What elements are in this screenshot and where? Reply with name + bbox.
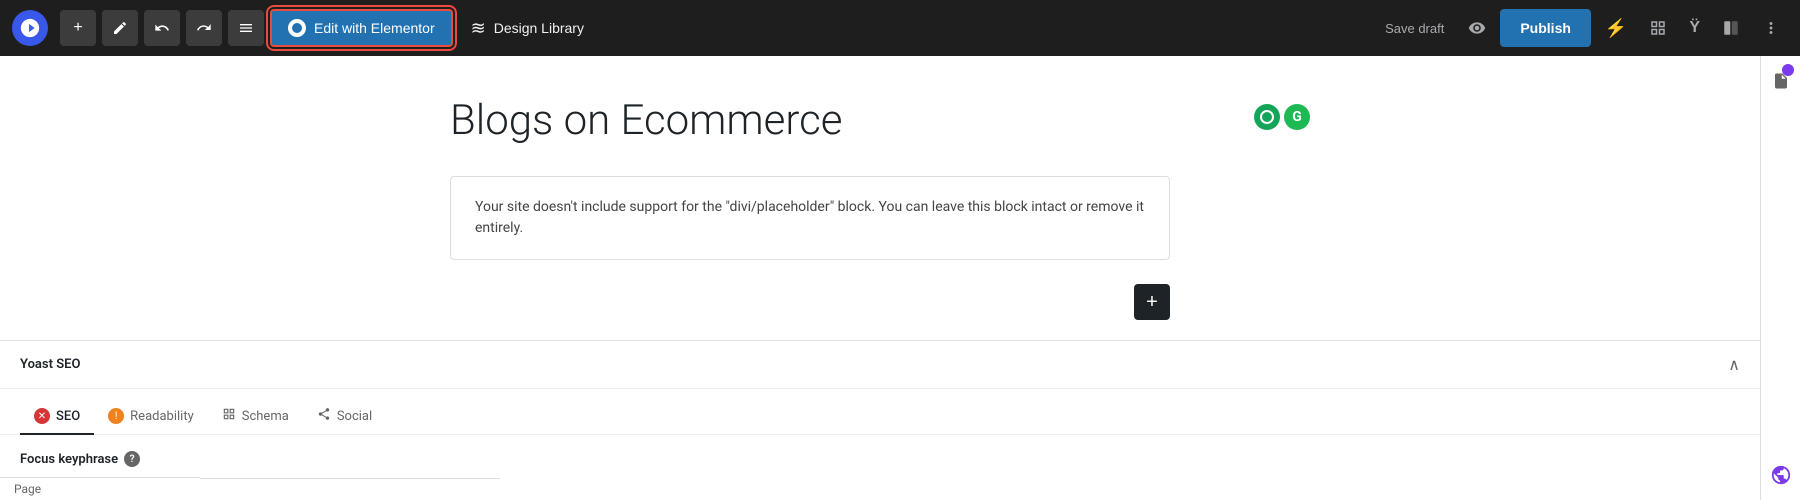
yoast-header[interactable]: Yoast SEO ∧ — [0, 341, 1760, 389]
yoast-button[interactable]: Ÿ — [1681, 13, 1708, 43]
readability-status-dot: ! — [108, 408, 124, 424]
publish-button[interactable]: Publish — [1500, 9, 1591, 47]
block-placeholder: Your site doesn't include support for th… — [450, 176, 1170, 260]
tab-social[interactable]: Social — [303, 399, 386, 435]
stackpath-button[interactable]: ⚡ — [1597, 12, 1635, 45]
main-content: Blogs on Ecommerce G Your site doesn't i… — [0, 56, 1800, 500]
status-bar: Page — [0, 477, 200, 500]
focus-keyphrase-row: Focus keyphrase ? — [20, 451, 1740, 467]
tab-seo[interactable]: ✕ SEO — [20, 399, 94, 435]
more-options-button[interactable] — [1754, 13, 1788, 43]
grid-icon-button[interactable] — [1641, 13, 1675, 43]
content-block: Blogs on Ecommerce G Your site doesn't i… — [430, 56, 1330, 340]
grammarly-check-icon — [1254, 104, 1280, 130]
editor-area: Blogs on Ecommerce G Your site doesn't i… — [0, 56, 1760, 500]
yoast-tabs: ✕ SEO ! Readability Schema — [0, 389, 1760, 435]
yoast-panel: Yoast SEO ∧ ✕ SEO ! Readability Schema — [0, 340, 1760, 495]
toggle-sidebar-button[interactable] — [1714, 13, 1748, 43]
social-icon — [317, 407, 331, 425]
tab-readability-label: Readability — [130, 409, 194, 424]
view-button[interactable] — [1460, 13, 1494, 43]
tab-schema[interactable]: Schema — [208, 399, 303, 435]
tab-schema-label: Schema — [242, 409, 289, 424]
grammarly-g-icon[interactable]: G — [1284, 104, 1310, 130]
edit-with-elementor-button[interactable]: Edit with Elementor — [270, 9, 453, 47]
yoast-content: Focus keyphrase ? — [0, 435, 1760, 495]
seo-status-dot: ✕ — [34, 408, 50, 424]
wordpress-logo[interactable] — [12, 10, 48, 46]
save-draft-button[interactable]: Save draft — [1375, 15, 1454, 42]
right-sidebar — [1760, 56, 1800, 500]
add-block-toolbar-button[interactable]: + — [60, 10, 96, 46]
yoast-collapse-icon: ∧ — [1728, 355, 1740, 374]
design-library-icon: ≋ — [471, 18, 486, 39]
page-title-area: Blogs on Ecommerce G — [450, 96, 1310, 146]
yoast-title: Yoast SEO — [20, 357, 80, 372]
list-view-button[interactable] — [228, 10, 264, 46]
design-library-button[interactable]: ≋ Design Library — [459, 12, 596, 45]
add-block-button[interactable]: + — [1134, 284, 1170, 320]
tab-seo-label: SEO — [56, 409, 80, 424]
grammarly-purple-dot[interactable] — [1782, 64, 1794, 76]
tab-readability[interactable]: ! Readability — [94, 399, 208, 435]
tab-social-label: Social — [337, 409, 372, 424]
add-block-area: + — [450, 280, 1170, 320]
edit-button[interactable] — [102, 10, 138, 46]
far-right-indicators — [1782, 64, 1794, 76]
redo-button[interactable] — [186, 10, 222, 46]
undo-button[interactable] — [144, 10, 180, 46]
toolbar: + Edit with Elementor ≋ Design Library S… — [0, 0, 1800, 56]
sidebar-globe-button[interactable] — [1764, 458, 1798, 492]
help-icon[interactable]: ? — [124, 451, 140, 467]
schema-icon — [222, 407, 236, 425]
page-title: Blogs on Ecommerce — [450, 96, 842, 146]
grammarly-icons: G — [1254, 104, 1310, 130]
elementor-icon — [288, 19, 306, 37]
